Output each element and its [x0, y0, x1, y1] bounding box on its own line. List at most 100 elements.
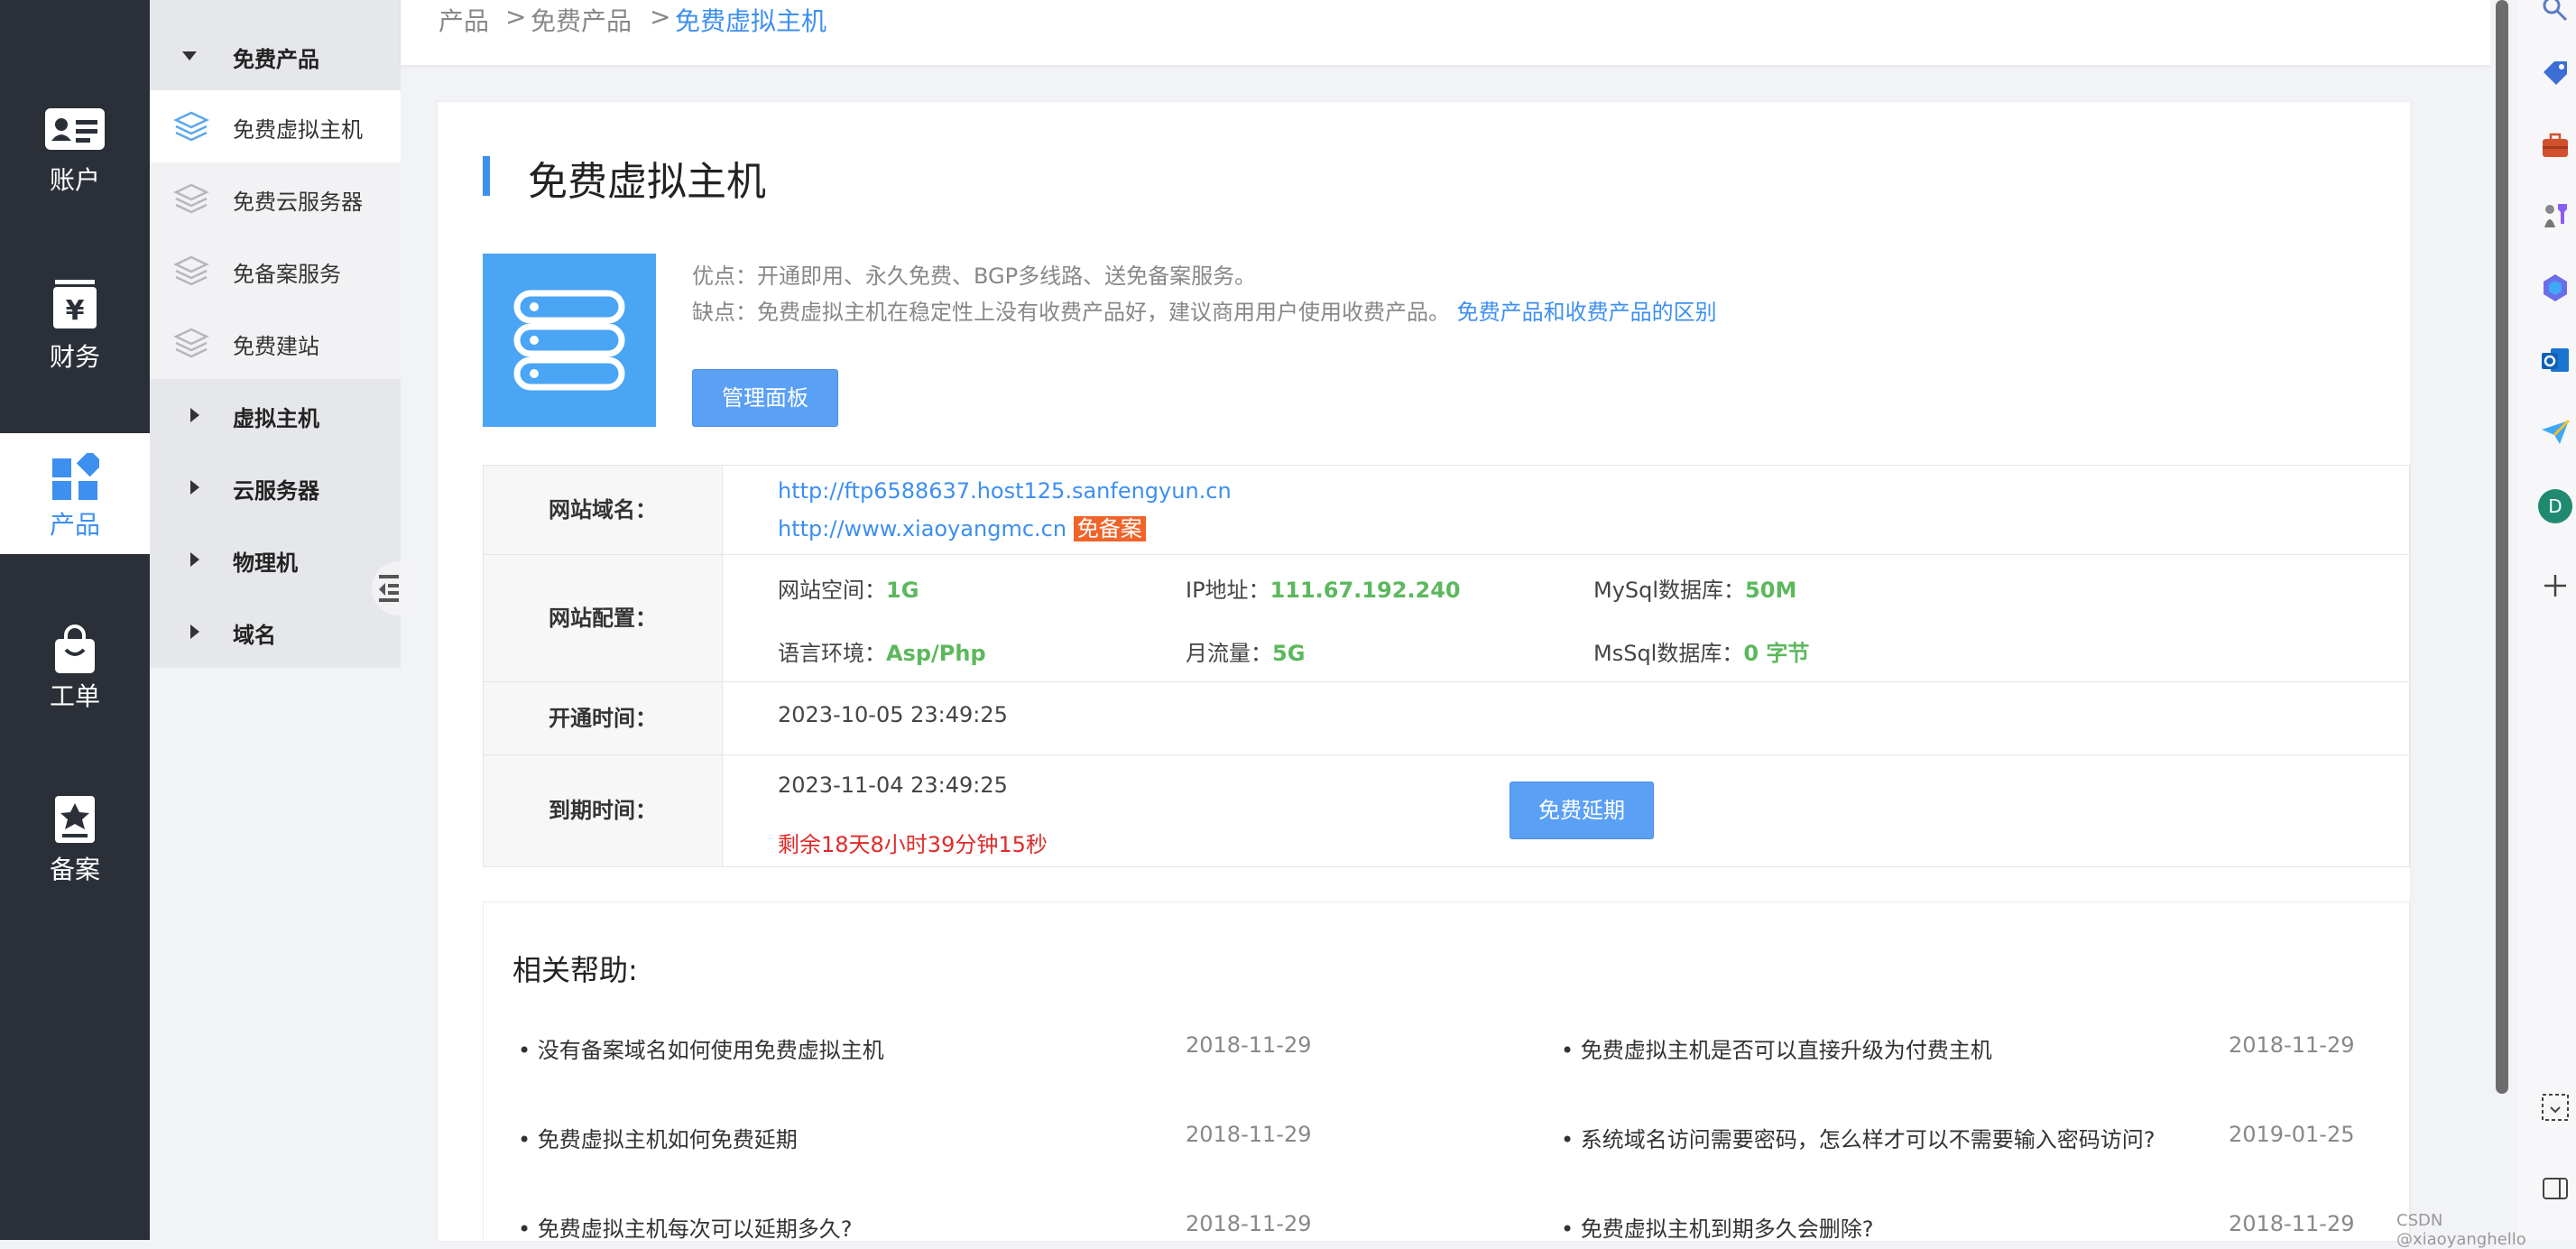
product-image	[483, 254, 656, 427]
help-link[interactable]: • 免费虚拟主机是否可以直接升级为付费主机	[1561, 1032, 1992, 1064]
help-date: 2019-01-25	[2229, 1122, 2355, 1147]
add-icon[interactable]	[2540, 570, 2571, 601]
mssql-amount: 0 字节	[1743, 641, 1810, 666]
help-link[interactable]: • 没有备案域名如何使用免费虚拟主机	[518, 1032, 884, 1064]
help-link[interactable]: • 免费虚拟主机如何免费延期	[518, 1122, 798, 1153]
chess-icon[interactable]	[2540, 200, 2571, 231]
caret-right-icon	[190, 552, 199, 567]
space-amount: 1G	[886, 578, 919, 603]
rail-label: 工单	[49, 681, 100, 711]
profile-avatar[interactable]: D	[2538, 489, 2572, 523]
breadcrumb-separator: >	[505, 2, 527, 32]
rail-item-ticket[interactable]: 工单	[0, 614, 150, 735]
rail-item-product[interactable]: 产品	[0, 433, 150, 554]
layers-icon	[173, 111, 209, 142]
toolbox-icon[interactable]	[2540, 130, 2571, 161]
subnav-group-free-products[interactable]: 免费产品	[150, 20, 401, 92]
svg-text:¥: ¥	[66, 295, 85, 327]
ip-key: IP地址：	[1186, 578, 1270, 603]
watermark: CSDN @xiaoyanghello	[2396, 1211, 2526, 1249]
open-time-label: 开通时间：	[484, 682, 723, 754]
rail-item-finance[interactable]: ¥ 财务	[0, 262, 150, 383]
caret-right-icon	[190, 408, 199, 422]
subnav-group-label: 免费产品	[233, 47, 319, 72]
rail-label: 账户	[49, 165, 100, 195]
row-divider	[484, 754, 2409, 755]
subnav-item-label: 免备案服务	[233, 262, 341, 287]
rail-label: 备案	[49, 855, 100, 884]
mysql-value: MySql数据库：50M	[1593, 572, 1796, 604]
flow-key: 月流量：	[1186, 641, 1272, 666]
caret-down-icon	[182, 51, 197, 60]
cons-text: 缺点：免费虚拟主机在稳定性上没有收费产品好，建议商用用户使用收费产品。	[692, 300, 1450, 325]
ip-address: 111.67.192.240	[1270, 578, 1461, 603]
account-card-icon	[45, 108, 105, 150]
free-extend-button[interactable]: 免费延期	[1510, 782, 1654, 839]
sidebar-toggle-icon[interactable]	[2540, 1173, 2571, 1204]
rail-item-filing[interactable]: 备案	[0, 785, 150, 906]
subnav-group-domain[interactable]: 域名	[150, 596, 401, 668]
lang-env: Asp/Php	[886, 641, 986, 666]
copilot-icon[interactable]	[2540, 273, 2571, 303]
breadcrumb-current: 免费虚拟主机	[675, 6, 827, 36]
lang-key: 语言环境：	[778, 641, 886, 666]
send-icon[interactable]	[2540, 417, 2571, 448]
open-time-value: 2023-10-05 23:49:25	[778, 702, 1008, 727]
domain-link-2[interactable]: http://www.xiaoyangmc.cn	[778, 516, 1066, 541]
outlook-icon[interactable]	[2540, 345, 2571, 375]
mysql-amount: 50M	[1745, 578, 1797, 603]
breadcrumb-item[interactable]: 产品	[439, 2, 489, 38]
help-link[interactable]: • 免费虚拟主机到期多久会删除?	[1561, 1211, 1874, 1243]
server-stack-icon	[513, 290, 625, 391]
help-date: 2018-11-29	[1186, 1032, 1312, 1058]
subnav-item-free-site[interactable]: 免费建站	[150, 307, 401, 379]
help-date: 2018-11-29	[2229, 1211, 2355, 1236]
subnav-group-label: 云服务器	[233, 478, 319, 504]
subnav-item-free-cloud-server[interactable]: 免费云服务器	[150, 162, 401, 235]
product-detail-card: 免费虚拟主机 优点：开通即用、永久免费、BGP多线路、送免备案服务。 缺点：免费…	[437, 101, 2411, 1242]
ticket-bag-icon	[55, 624, 95, 673]
diff-link[interactable]: 免费产品和收费产品的区别	[1457, 300, 1717, 325]
breadcrumb: 产品 > 免费产品 > 免费虚拟主机	[401, 0, 2490, 65]
flow-value: 月流量：5G	[1186, 635, 1305, 667]
pros-text: 优点：开通即用、永久免费、BGP多线路、送免备案服务。	[692, 264, 1257, 289]
mssql-value: MsSql数据库：0 字节	[1593, 635, 1809, 667]
help-date: 2018-11-29	[1186, 1211, 1312, 1236]
mssql-key: MsSql数据库：	[1593, 641, 1744, 666]
domain-line-2: http://www.xiaoyangmc.cn 免备案	[778, 511, 1146, 542]
flow-amount: 5G	[1272, 641, 1306, 666]
help-link[interactable]: • 免费虚拟主机每次可以延期多久?	[518, 1211, 853, 1243]
caret-right-icon	[190, 480, 199, 495]
subnav-group-physical[interactable]: 物理机	[150, 523, 401, 596]
product-grid-icon	[52, 453, 99, 500]
config-label: 网站配置：	[484, 555, 723, 681]
page-title: 免费虚拟主机	[528, 159, 766, 205]
subnav-group-cloud-server[interactable]: 云服务器	[150, 451, 401, 523]
rail-label: 财务	[49, 342, 100, 372]
main-rail: 账户 ¥ 财务 产品 工单 备案	[0, 0, 150, 1240]
browser-sidebar	[2517, 0, 2576, 1240]
subnav-item-free-virtual-host[interactable]: 免费虚拟主机	[150, 90, 401, 162]
help-link[interactable]: • 系统域名访问需要密码，怎么样才可以不需要输入密码访问?	[1561, 1122, 2156, 1153]
help-date: 2018-11-29	[1186, 1122, 1312, 1147]
subnav-group-virtual-host[interactable]: 虚拟主机	[150, 379, 401, 451]
subnav-item-no-filing[interactable]: 免备案服务	[150, 235, 401, 307]
help-title: 相关帮助:	[512, 953, 638, 987]
expire-time-label: 到期时间：	[484, 755, 723, 866]
manage-panel-button[interactable]: 管理面板	[692, 369, 838, 427]
search-icon[interactable]	[2540, 0, 2571, 31]
screenshot-icon[interactable]	[2540, 1092, 2571, 1123]
subnav-item-label: 免费建站	[233, 334, 319, 359]
domain-link-1[interactable]: http://ftp6588637.host125.sanfengyun.cn	[778, 478, 1232, 504]
page-scrollbar-thumb[interactable]	[2496, 0, 2508, 1094]
collapse-icon	[379, 575, 399, 602]
rail-item-account[interactable]: 账户	[0, 81, 150, 202]
mysql-key: MySql数据库：	[1593, 578, 1746, 603]
tag-icon[interactable]	[2540, 58, 2571, 88]
space-value: 网站空间：1G	[778, 572, 919, 604]
row-divider	[484, 681, 2409, 682]
title-accent-bar	[483, 156, 490, 196]
breadcrumb-item[interactable]: 免费产品	[531, 2, 632, 38]
filing-star-icon	[55, 796, 95, 843]
no-filing-badge: 免备案	[1073, 516, 1146, 541]
